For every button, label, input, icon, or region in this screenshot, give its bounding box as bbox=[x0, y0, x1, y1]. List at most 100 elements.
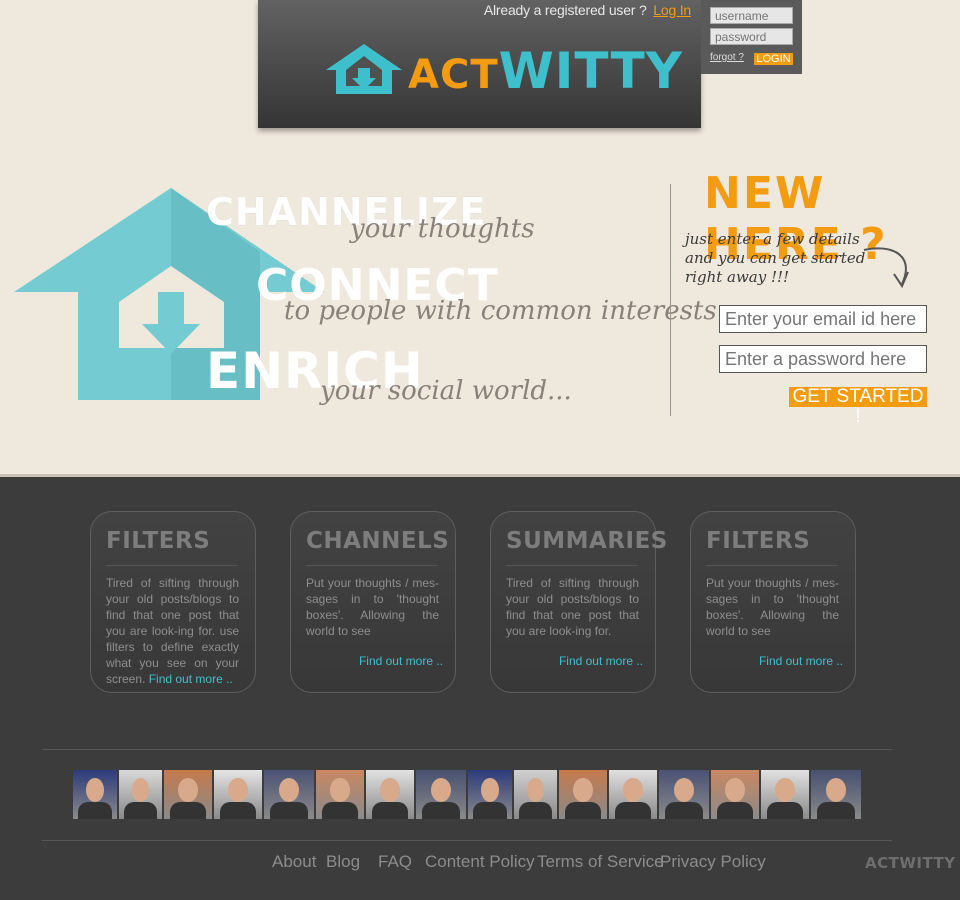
footer-link-terms[interactable]: Terms of Service bbox=[537, 852, 664, 872]
feature-card-summaries: SUMMARIES Tired of sifting through your … bbox=[490, 511, 667, 693]
footer-logo: ACTWITTY bbox=[865, 854, 956, 872]
avatar-body bbox=[817, 802, 855, 819]
username-input[interactable] bbox=[710, 7, 793, 24]
hero-connect-sub: to people with common interests bbox=[284, 296, 717, 326]
avatar[interactable] bbox=[316, 770, 364, 819]
avatar[interactable] bbox=[164, 770, 212, 819]
avatar-head bbox=[380, 778, 400, 802]
avatar-body bbox=[321, 802, 359, 819]
avatar[interactable] bbox=[659, 770, 709, 819]
avatar[interactable] bbox=[559, 770, 607, 819]
avatar-head bbox=[431, 778, 451, 802]
avatar-head bbox=[228, 778, 248, 802]
card-text: Tired of sifting through your old posts/… bbox=[106, 576, 239, 686]
footer-link-blog[interactable]: Blog bbox=[326, 852, 360, 872]
find-out-more-link[interactable]: Find out more .. bbox=[559, 654, 643, 668]
avatar[interactable] bbox=[119, 770, 162, 819]
avatar-body bbox=[371, 802, 409, 819]
avatar-head bbox=[623, 778, 643, 802]
avatar[interactable] bbox=[711, 770, 759, 819]
faces-divider-top bbox=[42, 749, 892, 750]
feature-card-filters: FILTERS Tired of sifting through your ol… bbox=[90, 511, 256, 693]
avatar-head bbox=[775, 778, 795, 802]
avatar-body bbox=[78, 802, 112, 819]
avatar-head bbox=[526, 778, 545, 802]
avatar-head bbox=[279, 778, 299, 802]
header-box: Already a registered user ? Log In ACTWI… bbox=[258, 0, 701, 128]
card-title: SUMMARIES bbox=[506, 528, 668, 554]
footer-link-privacy[interactable]: Privacy Policy bbox=[660, 852, 766, 872]
avatar-head bbox=[725, 778, 745, 802]
card-divider bbox=[506, 565, 637, 566]
login-box: forgot ? LOGIN bbox=[701, 0, 802, 74]
avatar-body bbox=[124, 802, 157, 819]
log-in-link[interactable]: Log In bbox=[653, 2, 691, 18]
forgot-password-link[interactable]: forgot ? bbox=[710, 52, 744, 63]
avatar-body bbox=[716, 802, 754, 819]
avatar-body bbox=[614, 802, 652, 819]
find-out-more-link[interactable]: Find out more .. bbox=[149, 672, 233, 686]
avatar[interactable] bbox=[811, 770, 861, 819]
avatar-head bbox=[674, 778, 694, 802]
find-out-more-link[interactable]: Find out more .. bbox=[359, 654, 443, 668]
logo-wordmark: ACTWITTY bbox=[408, 46, 683, 100]
card-body: Put your thoughts / mes-sages in to 'tho… bbox=[706, 576, 839, 638]
card-title: FILTERS bbox=[706, 528, 811, 554]
find-out-more-link[interactable]: Find out more .. bbox=[759, 654, 843, 668]
avatar[interactable] bbox=[761, 770, 809, 819]
signup-password-field[interactable] bbox=[719, 345, 927, 373]
card-body: Put your thoughts / mes-sages in to 'tho… bbox=[306, 576, 439, 638]
avatar-head bbox=[826, 778, 846, 802]
faces-divider-bottom bbox=[42, 840, 892, 841]
avatar-body bbox=[219, 802, 257, 819]
avatar[interactable] bbox=[468, 770, 512, 819]
card-divider bbox=[106, 565, 237, 566]
email-field[interactable] bbox=[719, 305, 927, 333]
password-input[interactable] bbox=[710, 28, 793, 45]
avatar-head bbox=[573, 778, 593, 802]
card-body: Tired of sifting through your old posts/… bbox=[506, 576, 639, 638]
avatar-head bbox=[481, 778, 499, 802]
avatar-head bbox=[131, 778, 150, 802]
card-title: FILTERS bbox=[106, 528, 211, 554]
logo-act: ACT bbox=[408, 52, 499, 98]
avatar-body bbox=[270, 802, 308, 819]
avatar[interactable] bbox=[73, 770, 117, 819]
login-button[interactable]: LOGIN bbox=[754, 53, 793, 65]
curved-arrow-icon bbox=[863, 247, 909, 289]
avatar[interactable] bbox=[214, 770, 262, 819]
hero-channelize-sub: your thoughts bbox=[350, 214, 535, 244]
avatar-body bbox=[519, 802, 552, 819]
already-registered-text: Already a registered user ? Log In bbox=[484, 2, 691, 18]
avatar-body bbox=[564, 802, 602, 819]
avatar-body bbox=[473, 802, 507, 819]
feature-card-channels: CHANNELS Put your thoughts / mes-sages i… bbox=[290, 511, 456, 693]
card-body: Tired of sifting through your old posts/… bbox=[106, 575, 239, 687]
avatar[interactable] bbox=[366, 770, 414, 819]
avatar[interactable] bbox=[609, 770, 657, 819]
avatar-head bbox=[86, 778, 104, 802]
avatar-head bbox=[330, 778, 350, 802]
avatar[interactable] bbox=[416, 770, 466, 819]
avatar-body bbox=[422, 802, 460, 819]
footer-link-faq[interactable]: FAQ bbox=[378, 852, 412, 872]
avatar-body bbox=[169, 802, 207, 819]
avatar[interactable] bbox=[514, 770, 557, 819]
avatar-body bbox=[665, 802, 703, 819]
avatar-body bbox=[766, 802, 804, 819]
footer-link-content-policy[interactable]: Content Policy bbox=[425, 852, 535, 872]
card-divider bbox=[706, 565, 837, 566]
hero-enrich-sub: your social world... bbox=[320, 376, 572, 406]
footer-link-about[interactable]: About bbox=[272, 852, 316, 872]
card-divider bbox=[306, 565, 437, 566]
user-faces-strip bbox=[73, 770, 865, 819]
feature-card-filters-2: FILTERS Put your thoughts / mes-sages in… bbox=[690, 511, 856, 693]
card-title: CHANNELS bbox=[306, 528, 450, 554]
signup-instruction: just enter a few details and you can get… bbox=[685, 230, 866, 286]
avatar[interactable] bbox=[264, 770, 314, 819]
get-started-button[interactable]: GET STARTED ! bbox=[789, 387, 927, 427]
already-label: Already a registered user ? bbox=[483, 2, 647, 18]
logo-witty: WITTY bbox=[498, 42, 683, 100]
vertical-divider bbox=[670, 184, 671, 416]
avatar-head bbox=[178, 778, 198, 802]
